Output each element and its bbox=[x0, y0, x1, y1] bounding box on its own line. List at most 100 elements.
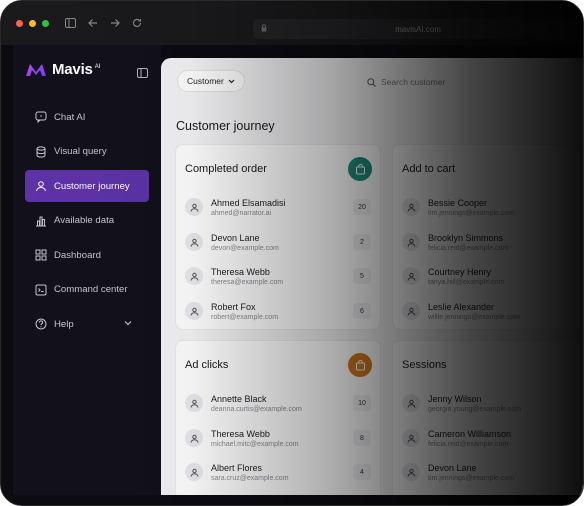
list-item[interactable]: Albert Flores sara.cruz@example.com 4 bbox=[185, 460, 371, 486]
customer-name: Theresa Webb bbox=[211, 267, 270, 277]
customer-name: Robert Fox bbox=[211, 302, 256, 312]
journey-card-completed-order[interactable]: Completed order Ahmed Elsamadisi ahmed@n… bbox=[175, 144, 381, 330]
customer-email: deanna.curtis@example.com bbox=[211, 406, 302, 413]
terminal-icon bbox=[35, 284, 47, 295]
customer-email: robert@example.com bbox=[211, 314, 279, 321]
main-content: Customer Search customer Customer journe… bbox=[161, 58, 583, 495]
customer-filter-dropdown[interactable]: Customer bbox=[177, 70, 245, 92]
user-icon bbox=[407, 203, 415, 212]
sidebar-item-chat-ai[interactable]: Chat AI bbox=[25, 101, 149, 133]
browser-window: mavisAI.com Mavis AI Chat AI Visual quer… bbox=[0, 0, 584, 506]
sidebar-item-help[interactable]: Help bbox=[25, 308, 149, 340]
customer-email: felicia.reid@example.com bbox=[428, 245, 509, 252]
card-title: Ad clicks bbox=[185, 359, 229, 371]
sidebar-item-label: Customer journey bbox=[54, 180, 130, 192]
filter-label: Customer bbox=[187, 76, 224, 86]
sidebar-item-customer-journey[interactable]: Customer journey bbox=[25, 170, 149, 202]
bar-chart-icon bbox=[36, 216, 46, 226]
list-item[interactable]: Jenny Wilson georgia.young@example.com bbox=[402, 391, 583, 417]
list-item[interactable]: Theresa Webb michael.mitc@example.com 8 bbox=[185, 426, 371, 452]
user-icon bbox=[36, 181, 46, 192]
customer-name: Jenny Wilson bbox=[428, 394, 482, 404]
avatar bbox=[185, 394, 203, 412]
list-item[interactable]: Devon Lane tim.jennings@example.com bbox=[402, 460, 583, 486]
sidebar-item-label: Available data bbox=[54, 215, 115, 226]
avatar bbox=[402, 302, 420, 320]
journey-card-add-to-cart[interactable]: Add to cart Bessie Cooper tim.jennings@e… bbox=[392, 144, 583, 330]
sidebar: Mavis AI Chat AI Visual query Customer j… bbox=[13, 45, 161, 495]
sidebar-item-dashboard[interactable]: Dashboard bbox=[25, 239, 149, 271]
customer-name: Cameron Williamson bbox=[428, 429, 512, 439]
card-title: Sessions bbox=[402, 359, 447, 371]
address-bar[interactable]: mavisAI.com bbox=[253, 19, 583, 39]
list-item[interactable]: Theresa Webb theresa@example.com 5 bbox=[185, 264, 371, 290]
list-item[interactable]: Ahmed Elsamadisi ahmed@narrator.ai 20 bbox=[185, 195, 371, 221]
avatar bbox=[185, 463, 203, 481]
close-window-button[interactable] bbox=[16, 19, 23, 27]
customer-email: devon@example.com bbox=[211, 245, 279, 252]
sidebar-nav: Chat AI Visual query Customer journey Av… bbox=[25, 101, 149, 343]
journey-card-ad-clicks[interactable]: Ad clicks Annette Black deanna.curtis@ex… bbox=[175, 340, 381, 495]
forward-arrow-icon[interactable] bbox=[110, 18, 120, 28]
user-icon bbox=[190, 238, 198, 247]
customer-name: Devon Lane bbox=[211, 233, 260, 243]
grid-icon bbox=[35, 249, 47, 261]
avatar bbox=[402, 267, 420, 285]
app-logo[interactable]: Mavis AI bbox=[25, 61, 100, 78]
journey-card-sessions[interactable]: Sessions Jenny Wilson georgia.young@exam… bbox=[392, 340, 583, 495]
page-title: Customer journey bbox=[176, 119, 275, 133]
event-count: 20 bbox=[353, 199, 371, 215]
user-icon bbox=[190, 272, 198, 281]
avatar bbox=[185, 233, 203, 251]
back-arrow-icon[interactable] bbox=[88, 18, 98, 28]
shopping-bag-icon bbox=[355, 163, 365, 174]
chevron-down-icon bbox=[228, 79, 235, 83]
chevron-down-icon[interactable] bbox=[124, 320, 132, 326]
sidebar-item-label: Chat AI bbox=[54, 111, 86, 123]
list-item[interactable]: Bessie Cooper tim.jennings@example.com bbox=[402, 195, 583, 221]
list-item[interactable]: Courtney Henry tanya.hill@example.com bbox=[402, 264, 583, 290]
search-icon bbox=[367, 77, 376, 87]
window-controls bbox=[16, 19, 49, 27]
brand-name: Mavis bbox=[52, 61, 93, 78]
customer-name: Albert Flores bbox=[211, 463, 263, 473]
card-badge bbox=[348, 353, 372, 377]
user-icon bbox=[407, 434, 415, 443]
list-item[interactable]: Leslie Alexander willie.jennings@example… bbox=[402, 299, 583, 325]
list-item[interactable]: Cameron Williamson felicia.reid@example.… bbox=[402, 426, 583, 452]
customer-email: willie.jennings@example.com bbox=[428, 314, 520, 321]
avatar bbox=[402, 198, 420, 216]
sidebar-item-label: Dashboard bbox=[54, 249, 101, 261]
event-count: 4 bbox=[353, 464, 371, 480]
user-icon bbox=[190, 434, 198, 443]
list-item[interactable]: Annette Black deanna.curtis@example.com … bbox=[185, 391, 371, 417]
avatar bbox=[402, 429, 420, 447]
user-icon bbox=[190, 203, 198, 212]
maximize-window-button[interactable] bbox=[42, 19, 49, 27]
customer-email: sara.cruz@example.com bbox=[211, 475, 289, 482]
sidebar-item-command-center[interactable]: Command center bbox=[25, 274, 149, 306]
sidebar-item-visual-query[interactable]: Visual query bbox=[25, 136, 149, 168]
avatar bbox=[402, 233, 420, 251]
collapse-sidebar-icon[interactable] bbox=[137, 65, 148, 83]
avatar bbox=[402, 463, 420, 481]
chat-icon bbox=[35, 111, 47, 123]
event-count: 2 bbox=[353, 234, 371, 250]
address-url: mavisAI.com bbox=[395, 24, 441, 34]
event-count: 5 bbox=[353, 268, 371, 284]
list-item[interactable]: Brooklyn Simmons felicia.reid@example.co… bbox=[402, 230, 583, 256]
list-item[interactable]: Robert Fox robert@example.com 6 bbox=[185, 299, 371, 325]
minimize-window-button[interactable] bbox=[29, 19, 36, 27]
sidebar-toggle-icon[interactable] bbox=[65, 18, 76, 28]
reload-icon[interactable] bbox=[132, 18, 142, 28]
lock-icon bbox=[261, 24, 267, 32]
customer-name: Courtney Henry bbox=[428, 267, 492, 277]
search-input[interactable]: Search customer bbox=[367, 72, 583, 92]
user-icon bbox=[407, 238, 415, 247]
search-placeholder: Search customer bbox=[381, 77, 446, 87]
list-item[interactable]: Devon Lane devon@example.com 2 bbox=[185, 230, 371, 256]
user-icon bbox=[190, 468, 198, 477]
sidebar-item-available-data[interactable]: Available data bbox=[25, 205, 149, 237]
card-title: Add to cart bbox=[402, 163, 456, 175]
sidebar-item-label: Help bbox=[54, 318, 74, 330]
